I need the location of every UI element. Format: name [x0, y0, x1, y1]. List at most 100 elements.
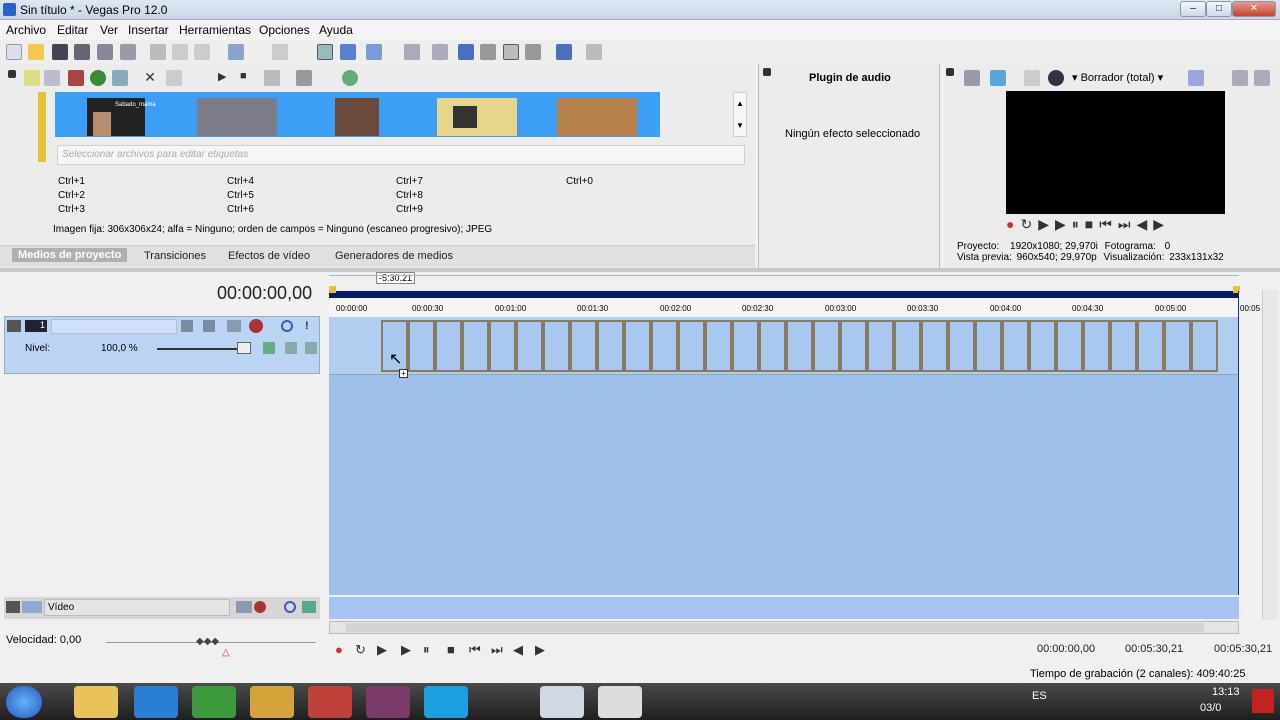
- open-folder-icon[interactable]: [28, 44, 44, 60]
- track-minimize-icon[interactable]: [6, 601, 20, 613]
- overlays-icon[interactable]: [1188, 70, 1204, 86]
- video-event-clip[interactable]: [516, 320, 543, 372]
- preview-transport[interactable]: ●↻▶▶⏸■⏮⏭◀▶: [1006, 216, 1170, 233]
- shortcut-ctrl5[interactable]: Ctrl+5: [227, 190, 254, 201]
- tab-efectos-video[interactable]: Efectos de vídeo: [228, 250, 310, 262]
- video-event-clip[interactable]: [678, 320, 705, 372]
- menu-herramientas[interactable]: Herramientas: [179, 23, 251, 37]
- selection-start-time[interactable]: 00:00:00,00: [1037, 643, 1095, 655]
- vertical-scrollbar[interactable]: [1262, 290, 1278, 620]
- video-event-clip[interactable]: [462, 320, 489, 372]
- video-event-clip[interactable]: [1110, 320, 1137, 372]
- video-event-clip[interactable]: [1191, 320, 1218, 372]
- get-media-icon[interactable]: [68, 70, 84, 86]
- video-event-clip[interactable]: [759, 320, 786, 372]
- zoom-tool-icon[interactable]: [525, 44, 541, 60]
- explorer-icon[interactable]: [74, 686, 118, 718]
- video-event-clip[interactable]: [543, 320, 570, 372]
- compositing-icon[interactable]: [236, 601, 252, 613]
- gear-icon[interactable]: [249, 319, 263, 333]
- level-slider[interactable]: [157, 348, 247, 350]
- video-track-header[interactable]: 1 ! Nivel: 100,0 %: [4, 316, 320, 374]
- views-icon[interactable]: [296, 70, 312, 86]
- pause-icon[interactable]: ⏸: [1072, 216, 1085, 232]
- video-event-clip[interactable]: [651, 320, 678, 372]
- shortcut-ctrl2[interactable]: Ctrl+2: [58, 190, 85, 201]
- track-motion-icon[interactable]: [181, 320, 193, 332]
- utorrent-icon[interactable]: [192, 686, 236, 718]
- video-event-clip[interactable]: [732, 320, 759, 372]
- loop-icon[interactable]: ↻: [1020, 216, 1038, 232]
- video-event-clip[interactable]: [435, 320, 462, 372]
- play-icon[interactable]: ▶: [218, 70, 234, 86]
- clock-time[interactable]: 13:13: [1212, 686, 1240, 698]
- track-minimize-icon[interactable]: [7, 320, 21, 332]
- make-compositing-parent-icon[interactable]: [285, 342, 297, 354]
- zoom-icon[interactable]: [342, 70, 358, 86]
- capture-icon[interactable]: [44, 70, 60, 86]
- vegas-pro-taskbar-icon[interactable]: [540, 686, 584, 718]
- paste-icon[interactable]: [194, 44, 210, 60]
- redo-icon[interactable]: [272, 44, 288, 60]
- gear-icon[interactable]: [254, 601, 266, 613]
- go-end-icon[interactable]: ⏭: [1118, 216, 1137, 232]
- tab-transiciones[interactable]: Transiciones: [144, 250, 206, 262]
- menu-archivo[interactable]: Archivo: [6, 23, 46, 37]
- bus-track-header[interactable]: Vídeo: [4, 597, 320, 619]
- bus-track-name[interactable]: Vídeo: [44, 599, 230, 616]
- close-panel-icon[interactable]: [763, 68, 771, 76]
- maximize-button[interactable]: □: [1206, 1, 1232, 17]
- mute-icon[interactable]: [284, 601, 296, 613]
- track-name-field[interactable]: [51, 319, 177, 334]
- save-icon[interactable]: [52, 44, 68, 60]
- video-event-clip[interactable]: [894, 320, 921, 372]
- video-event-clip[interactable]: [840, 320, 867, 372]
- media-properties-icon[interactable]: [166, 70, 182, 86]
- split-screen-icon[interactable]: [1048, 70, 1064, 86]
- loop-region-bar[interactable]: [329, 291, 1239, 298]
- save-snapshot-icon[interactable]: [1254, 70, 1270, 86]
- thumbnail-2[interactable]: [197, 98, 277, 136]
- menu-insertar[interactable]: Insertar: [128, 23, 169, 37]
- copy-icon[interactable]: [172, 44, 188, 60]
- video-event-clip[interactable]: [1002, 320, 1029, 372]
- thumbnail-5[interactable]: [557, 98, 637, 136]
- chrome-window-icon[interactable]: [308, 686, 352, 718]
- video-event-clip[interactable]: [489, 320, 516, 372]
- snap-icon[interactable]: [340, 44, 356, 60]
- render-icon[interactable]: [97, 44, 113, 60]
- video-event-clip[interactable]: [948, 320, 975, 372]
- shortcut-ctrl4[interactable]: Ctrl+4: [227, 176, 254, 187]
- video-event-clip[interactable]: [570, 320, 597, 372]
- close-button[interactable]: ✕: [1232, 1, 1276, 17]
- compositing-icon[interactable]: [227, 320, 241, 332]
- shortcut-ctrl7[interactable]: Ctrl+7: [396, 176, 423, 187]
- bus-fx-icon[interactable]: [302, 601, 316, 613]
- ignore-grouping-icon[interactable]: [432, 44, 448, 60]
- tab-medios-proyecto[interactable]: Medios de proyecto: [12, 248, 128, 262]
- internet-explorer-icon[interactable]: [134, 686, 178, 718]
- import-media-icon[interactable]: [24, 70, 40, 86]
- remove-icon[interactable]: ✕: [142, 70, 158, 86]
- close-panel-icon[interactable]: [8, 70, 16, 78]
- video-event-clip[interactable]: [624, 320, 651, 372]
- minimize-button[interactable]: –: [1180, 1, 1206, 17]
- auto-ripple-icon[interactable]: [317, 44, 333, 60]
- panel-splitter[interactable]: [0, 268, 1280, 272]
- play-icon[interactable]: ▶: [401, 642, 411, 658]
- prev-frame-icon[interactable]: ◀: [1136, 216, 1153, 232]
- search-media-icon[interactable]: [112, 70, 128, 86]
- language-indicator[interactable]: ES: [1032, 690, 1047, 702]
- normal-edit-tool-icon[interactable]: [458, 44, 474, 60]
- make-compositing-child-icon[interactable]: [305, 342, 317, 354]
- menu-ayuda[interactable]: Ayuda: [319, 23, 353, 37]
- shortcut-ctrl0[interactable]: Ctrl+0: [566, 176, 593, 187]
- video-event-clip[interactable]: [867, 320, 894, 372]
- tab-generadores-medios[interactable]: Generadores de medios: [335, 250, 453, 262]
- refresh-icon[interactable]: [90, 70, 106, 86]
- track-transition-icon[interactable]: [263, 342, 275, 354]
- prev-frame-icon[interactable]: ◀: [513, 642, 523, 658]
- track-fx-icon[interactable]: [203, 320, 215, 332]
- video-event-clip[interactable]: [1164, 320, 1191, 372]
- loop-start-marker[interactable]: [329, 286, 336, 293]
